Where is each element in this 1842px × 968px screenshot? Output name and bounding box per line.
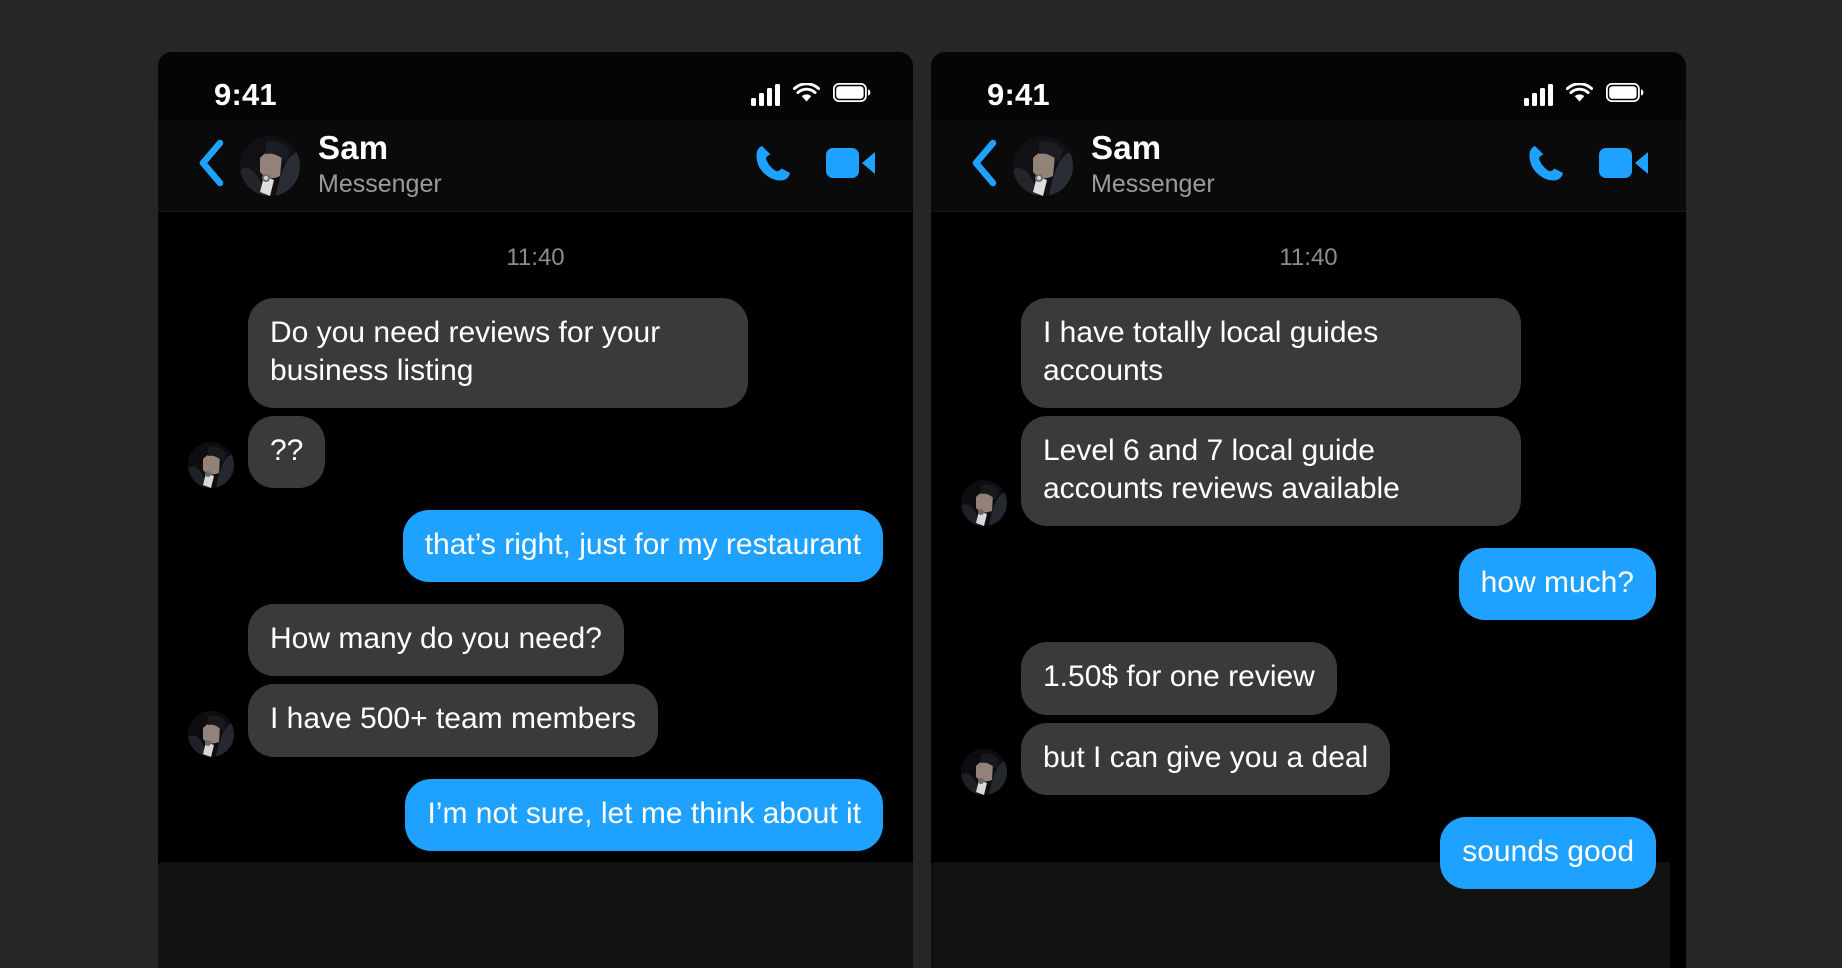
status-icon-group <box>1524 81 1644 108</box>
message-list[interactable]: 11:40 Do you need reviews for your busin… <box>158 212 913 968</box>
message-bubble[interactable]: I’m not sure, let me think about it <box>405 778 883 851</box>
avatar[interactable] <box>1013 135 1073 196</box>
message-row: 1.50$ for one review <box>961 642 1656 715</box>
message-avatar[interactable] <box>961 480 1007 527</box>
message-list[interactable]: 11:40 I have totally local guides accoun… <box>931 212 1686 968</box>
avatar-gutter <box>188 710 234 757</box>
message-row: I have 500+ team members <box>188 684 883 757</box>
message-bubble[interactable]: sounds good <box>1440 816 1656 889</box>
back-button[interactable] <box>188 139 234 192</box>
message-avatar[interactable] <box>188 442 234 489</box>
message-bubble[interactable]: that’s right, just for my restaurant <box>402 510 883 583</box>
message-bubble[interactable]: Level 6 and 7 local guide accounts revie… <box>1021 416 1521 527</box>
video-call-icon[interactable] <box>1598 143 1650 188</box>
message-row: Level 6 and 7 local guide accounts revie… <box>961 416 1656 527</box>
conversation-timestamp: 11:40 <box>506 244 565 271</box>
message-row: ?? <box>188 416 883 489</box>
message-bubble[interactable]: I have 500+ team members <box>248 684 659 757</box>
message-bubble[interactable]: Do you need reviews for your business li… <box>248 298 748 409</box>
message-avatar[interactable] <box>188 710 234 757</box>
message-row: that’s right, just for my restaurant <box>188 510 883 583</box>
message-row: sounds good <box>961 816 1656 889</box>
chat-header: Sam Messenger <box>931 120 1686 212</box>
wifi-icon <box>1565 81 1594 108</box>
message-row: how much? <box>961 548 1656 621</box>
message-avatar[interactable] <box>961 748 1007 795</box>
message-bubble[interactable]: ?? <box>248 416 326 489</box>
status-bar: 9:41 <box>158 52 913 120</box>
status-bar: 9:41 <box>931 52 1686 120</box>
video-call-icon[interactable] <box>825 143 877 188</box>
back-chevron-icon <box>970 139 998 192</box>
conversation-timestamp: 11:40 <box>1279 244 1338 271</box>
peer-subtitle: Messenger <box>1091 170 1215 199</box>
peer-info: Sam Messenger <box>1091 129 1524 200</box>
back-button[interactable] <box>961 139 1007 192</box>
peer-name: Sam <box>318 129 389 167</box>
wifi-icon <box>792 81 821 108</box>
cellular-signal-icon <box>1524 84 1553 106</box>
chat-header: Sam Messenger <box>158 120 913 212</box>
avatar-gutter <box>188 442 234 489</box>
message-row: How many do you need? <box>188 604 883 677</box>
bottom-tray <box>158 862 913 968</box>
peer-name: Sam <box>1091 129 1162 167</box>
avatar-gutter <box>961 748 1007 795</box>
back-chevron-icon <box>197 139 225 192</box>
avatar-gutter <box>961 480 1007 527</box>
screenshot-stage: 9:41 Sam Messenger 11:40 Do you need rev… <box>0 0 1842 968</box>
message-row: Do you need reviews for your business li… <box>188 298 883 409</box>
battery-full-icon <box>1605 82 1644 107</box>
message-row: I have totally local guides accounts <box>961 298 1656 409</box>
avatar[interactable] <box>240 135 300 196</box>
message-row: but I can give you a deal <box>961 722 1656 795</box>
cellular-signal-icon <box>751 84 780 106</box>
message-row: I’m not sure, let me think about it <box>188 778 883 851</box>
header-actions <box>1524 141 1650 190</box>
peer-info: Sam Messenger <box>318 129 751 200</box>
battery-full-icon <box>832 82 871 107</box>
phone-call-icon[interactable] <box>751 141 795 190</box>
message-bubble[interactable]: How many do you need? <box>248 604 624 677</box>
message-bubble[interactable]: I have totally local guides accounts <box>1021 298 1521 409</box>
phone-card-left: 9:41 Sam Messenger 11:40 Do you need rev… <box>158 52 913 968</box>
header-actions <box>751 141 877 190</box>
message-bubble[interactable]: how much? <box>1458 548 1656 621</box>
message-bubble[interactable]: but I can give you a deal <box>1021 722 1391 795</box>
phone-card-right: 9:41 Sam Messenger 11:40 I have totally … <box>931 52 1686 968</box>
phone-call-icon[interactable] <box>1524 141 1568 190</box>
status-icon-group <box>751 81 871 108</box>
status-time: 9:41 <box>214 77 277 112</box>
message-bubble[interactable]: 1.50$ for one review <box>1021 642 1337 715</box>
peer-subtitle: Messenger <box>318 170 442 199</box>
tray-right-gutter <box>1670 862 1686 968</box>
status-time: 9:41 <box>987 77 1050 112</box>
